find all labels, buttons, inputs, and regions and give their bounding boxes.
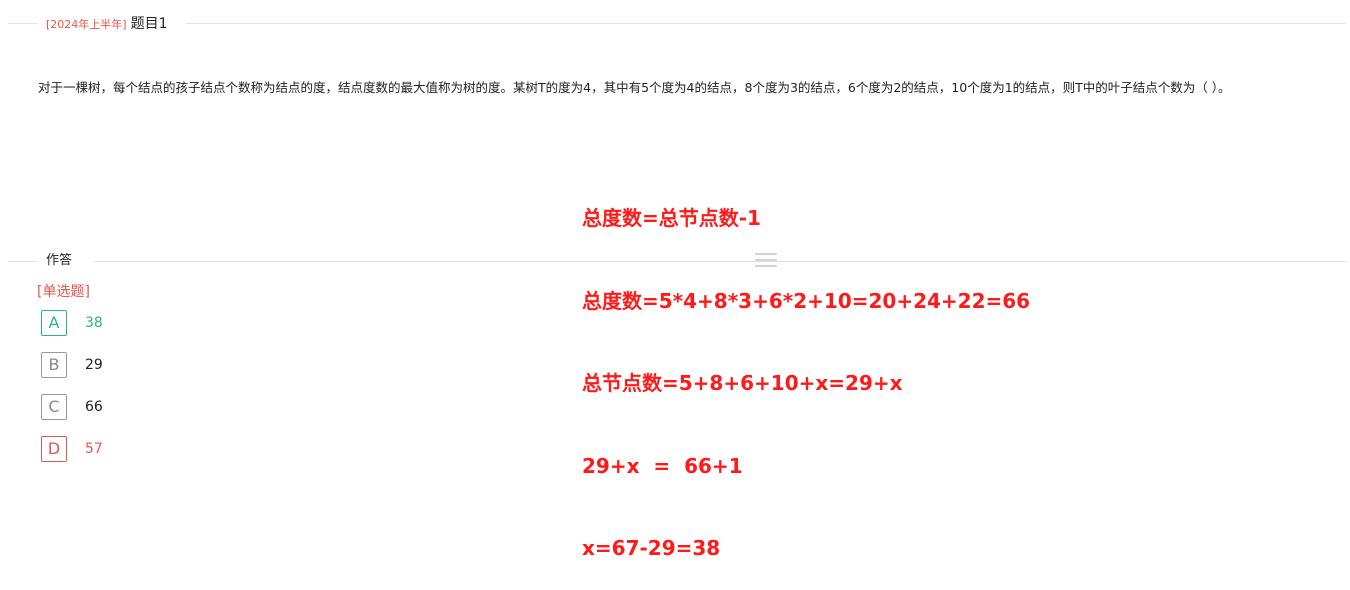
option-letter-box[interactable]: B (41, 352, 67, 378)
option-letter-box[interactable]: C (41, 394, 67, 420)
answer-header-label: 作答 (46, 253, 73, 268)
exam-tag: [2024年上半年] (46, 18, 127, 31)
option-letter-box[interactable]: A (41, 310, 67, 336)
question-title-wrap: [2024年上半年] 题目1 (46, 12, 168, 34)
question-header: [2024年上半年] 题目1 (0, 12, 1350, 34)
drag-handle-bar (755, 265, 777, 267)
solution-annotation: 总度数=总节点数-1 总度数=5*4+8*3+6*2+10=20+24+22=6… (582, 150, 1030, 590)
answer-header: 作答 (0, 250, 1350, 272)
question-stem: 对于一棵树，每个结点的孩子结点个数称为结点的度，结点度数的最大值称为树的度。某树… (38, 80, 1231, 95)
annotation-line: 总度数=5*4+8*3+6*2+10=20+24+22=66 (582, 288, 1031, 313)
answer-divider-left (8, 261, 38, 262)
option-value: 66 (85, 399, 103, 415)
drag-handle-icon[interactable] (755, 253, 777, 269)
header-divider-right (186, 23, 1346, 24)
header-divider-left (8, 23, 38, 24)
option-value: 38 (85, 315, 103, 331)
drag-handle-bar (755, 259, 777, 261)
annotation-line: 29+x = 66+1 (582, 453, 743, 478)
annotation-line: 总节点数=5+8+6+10+x=29+x (582, 371, 903, 395)
question-title: 题目1 (130, 16, 168, 32)
option-value: 29 (85, 357, 103, 373)
question-type-label: [单选题] (37, 284, 90, 300)
drag-handle-bar (755, 253, 777, 255)
option-value: 57 (85, 441, 103, 457)
annotation-line: 总度数=总节点数-1 (582, 206, 761, 230)
option-letter-box[interactable]: D (41, 436, 67, 462)
annotation-line: x=67-29=38 (582, 536, 721, 560)
answer-divider-right (94, 261, 1346, 262)
